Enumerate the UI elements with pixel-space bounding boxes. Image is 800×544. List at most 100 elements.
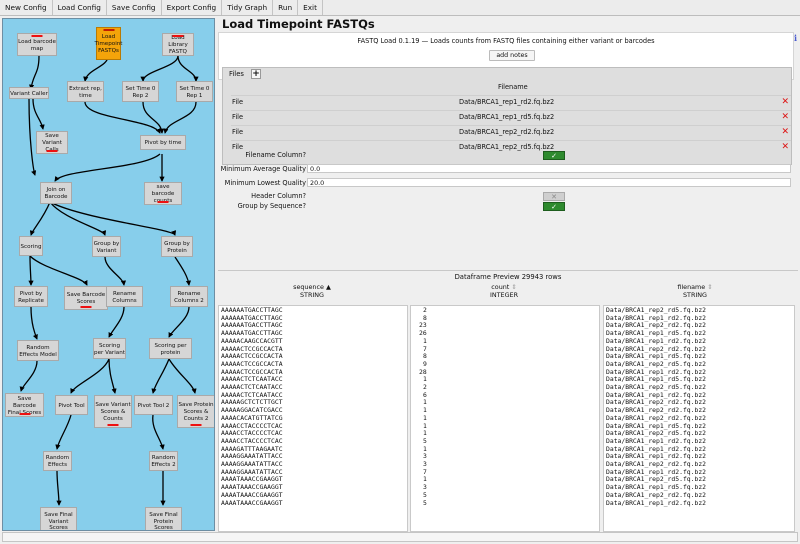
delete-icon[interactable]: ✕ <box>781 96 789 109</box>
node-random-effects[interactable]: Random Effects <box>43 451 72 471</box>
node-status-indicator <box>80 306 92 308</box>
node-load-barcode-map[interactable]: Load barcode map <box>17 33 57 56</box>
sequence-column[interactable]: AAAAAATGACCTTAGC AAAAAATGACCTTAGC AAAAAATG… <box>218 305 408 532</box>
node-random-effects-model[interactable]: Random Effects Model <box>17 340 59 361</box>
node-save-protein-scores-counts-2[interactable]: Save Protein Scores & Counts 2 <box>177 395 214 428</box>
file-row: File Data/BRCA1_rep1_rd2.fq.bz2 ✕ <box>231 95 791 108</box>
new-config-button[interactable]: New Config <box>0 0 53 15</box>
node-status-indicator <box>31 35 43 37</box>
table-cell: 1 <box>423 475 427 484</box>
node-join-on-barcode[interactable]: Join on Barcode <box>40 182 72 204</box>
file-name[interactable]: Data/BRCA1_rep2_rd2.fq.bz2 <box>459 126 554 139</box>
column-header-sequence[interactable]: sequence ▲ STRING <box>217 283 407 299</box>
node-group-by-protein[interactable]: Group by Protein <box>161 236 193 257</box>
pipeline-graph[interactable]: Load barcode map Load Timepoint FASTQs L… <box>2 18 215 531</box>
sort-ascending-icon[interactable]: ▲ <box>326 283 331 291</box>
node-save-final-protein-scores[interactable]: Save Final Protein Scores <box>145 507 182 530</box>
column-header-count[interactable]: count ⇕ INTEGER <box>409 283 599 299</box>
node-random-effects-2[interactable]: Random Effects 2 <box>149 451 178 471</box>
table-cell: 1 <box>423 413 427 422</box>
node-pivot-tool[interactable]: Pivot Tool <box>55 395 88 415</box>
status-bar <box>2 532 798 542</box>
save-config-button[interactable]: Save Config <box>107 0 162 15</box>
table-cell: 1 <box>423 421 427 430</box>
node-group-by-variant[interactable]: Group by Variant <box>92 236 121 257</box>
min-avg-quality-input[interactable]: 0.0 <box>307 164 791 173</box>
node-status-indicator <box>19 413 30 415</box>
min-avg-quality-label: Minimum Average Quality <box>220 165 306 173</box>
add-file-button[interactable]: + <box>251 69 261 79</box>
table-cell: 7 <box>423 344 427 353</box>
sort-icon[interactable]: ⇕ <box>511 283 516 291</box>
column-header-filename[interactable]: filename ⇕ STRING <box>600 283 790 299</box>
file-label: File <box>232 98 244 106</box>
sort-icon[interactable]: ⇕ <box>707 283 712 291</box>
filename-column[interactable]: Data/BRCA1_rep2_rd5.fq.bz2 Data/BRCA1_rep… <box>603 305 795 532</box>
node-load-library-fastq[interactable]: Load Library FASTQ <box>162 33 194 56</box>
group-by-sequence-checkbox[interactable]: ✓ <box>543 202 565 211</box>
run-button[interactable]: Run <box>273 0 299 15</box>
count-column[interactable]: 2 8 23 26 1 7 8 9 28 1 2 6 1 1 1 1 1 5 1 3 3 7 1 3 5 5 <box>410 305 600 532</box>
node-scoring-per-protein[interactable]: Scoring per protein <box>149 338 192 359</box>
table-cell: 2 <box>423 306 427 314</box>
table-cell: 7 <box>423 467 427 476</box>
node-save-barcode-counts[interactable]: save barcode counts <box>144 182 182 205</box>
node-pivot-by-time[interactable]: Pivot by time <box>140 135 186 150</box>
node-status-indicator <box>190 424 202 426</box>
node-variant-caller[interactable]: Variant Caller <box>9 87 49 99</box>
file-row: File Data/BRCA1_rep2_rd5.fq.bz2 ✕ <box>231 140 791 153</box>
filename-column-label: Filename Column? <box>245 151 306 159</box>
table-cell: 1 <box>423 375 427 384</box>
node-save-variant-calls[interactable]: Save Variant Calls <box>36 131 68 154</box>
node-rename-columns[interactable]: Rename Columns <box>106 286 143 307</box>
file-name[interactable]: Data/BRCA1_rep1_rd2.fq.bz2 <box>459 96 554 109</box>
node-set-time-0-rep-1[interactable]: Set Time 0 Rep 1 <box>176 81 213 102</box>
table-cell: 3 <box>423 483 427 492</box>
load-config-button[interactable]: Load Config <box>53 0 107 15</box>
min-lowest-quality-input[interactable]: 20.0 <box>307 178 791 187</box>
file-name[interactable]: Data/BRCA1_rep1_rd5.fq.bz2 <box>459 111 554 124</box>
table-cell: 8 <box>423 313 427 322</box>
node-pivot-tool-2[interactable]: Pivot Tool 2 <box>134 395 173 415</box>
node-extract-rep-time[interactable]: Extract rep, time <box>67 81 104 102</box>
dataframe-preview: Dataframe Preview 29943 rows sequence ▲ … <box>218 270 798 532</box>
node-pivot-by-replicate[interactable]: Pivot by Replicate <box>14 286 48 307</box>
table-cell: 5 <box>423 490 427 499</box>
node-set-time-0-rep-2[interactable]: Set Time 0 Rep 2 <box>122 81 159 102</box>
filename-column-checkbox[interactable]: ✓ <box>543 151 565 160</box>
tidy-graph-button[interactable]: Tidy Graph <box>222 0 274 15</box>
file-name[interactable]: Data/BRCA1_rep2_rd5.fq.bz2 <box>459 141 554 154</box>
export-config-button[interactable]: Export Config <box>162 0 223 15</box>
file-label: File <box>232 128 244 136</box>
file-label: File <box>232 113 244 121</box>
config-panel: Load Timepoint FASTQs i FASTQ Load 0.1.1… <box>218 17 798 270</box>
node-save-barcode-scores[interactable]: Save Barcode Scores <box>64 286 108 310</box>
node-rename-columns-2[interactable]: Rename Columns 2 <box>170 286 208 307</box>
plugin-description: FASTQ Load 0.1.19 — Loads counts from FA… <box>357 37 655 45</box>
node-status-indicator <box>103 29 114 31</box>
node-scoring-per-variant[interactable]: Scoring per Variant <box>93 338 126 359</box>
file-row: File Data/BRCA1_rep1_rd5.fq.bz2 ✕ <box>231 110 791 123</box>
header-column-label: Header Column? <box>251 192 306 200</box>
node-status-indicator <box>107 424 119 426</box>
min-lowest-quality-label: Minimum Lowest Quality <box>224 179 306 187</box>
node-status-indicator <box>157 201 169 203</box>
table-cell: AAAATAAACCGAAGGT <box>221 498 283 507</box>
table-cell: 3 <box>423 452 427 461</box>
node-save-final-variant-scores[interactable]: Save Final Variant Scores <box>40 507 77 530</box>
info-icon[interactable]: i <box>794 33 797 43</box>
exit-button[interactable]: Exit <box>298 0 323 15</box>
files-label: Files <box>229 70 244 78</box>
node-save-variant-scores-counts[interactable]: Save Variant Scores & Counts <box>94 395 132 428</box>
delete-icon[interactable]: ✕ <box>781 111 789 124</box>
header-column-checkbox[interactable]: ✕ <box>543 192 565 201</box>
node-load-timepoint-fastqs[interactable]: Load Timepoint FASTQs <box>95 27 123 60</box>
delete-icon[interactable]: ✕ <box>781 141 789 154</box>
add-notes-button[interactable]: add notes <box>489 50 535 61</box>
table-cell: 8 <box>423 352 427 361</box>
delete-icon[interactable]: ✕ <box>781 126 789 139</box>
node-scoring[interactable]: Scoring <box>19 236 43 256</box>
node-save-barcode-final-scores[interactable]: Save Barcode Final Scores <box>5 393 44 417</box>
table-cell: 5 <box>423 436 427 445</box>
file-row: File Data/BRCA1_rep2_rd2.fq.bz2 ✕ <box>231 125 791 138</box>
